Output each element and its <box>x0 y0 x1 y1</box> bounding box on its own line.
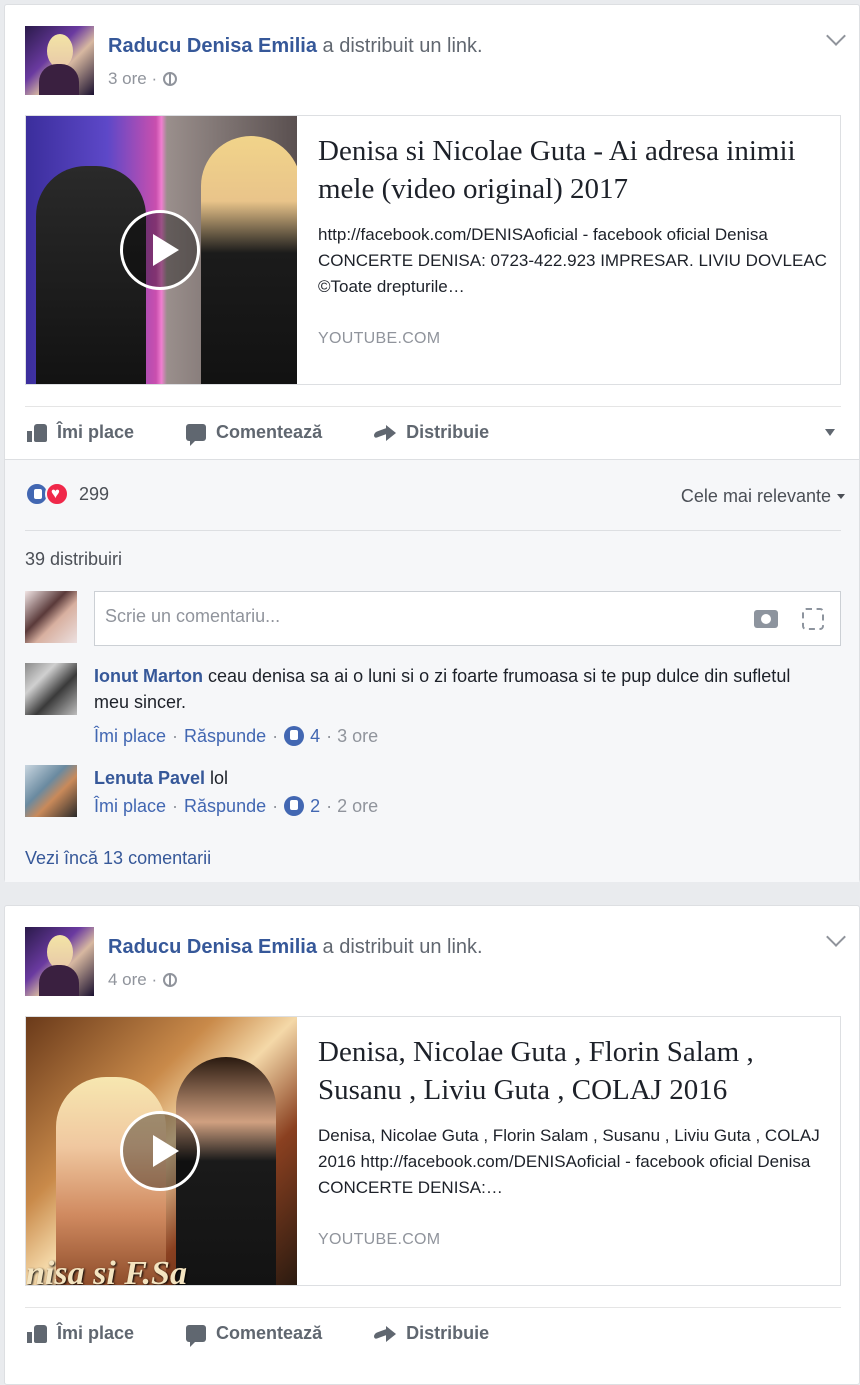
post-meta: 4 ore · <box>108 970 178 990</box>
globe-icon[interactable] <box>163 973 178 987</box>
like-reaction-icon <box>284 796 305 816</box>
current-user-avatar[interactable] <box>25 591 77 643</box>
like-button[interactable]: Îmi place <box>27 422 134 443</box>
chevron-down-icon[interactable] <box>826 26 846 46</box>
comment-item: Ionut Marton ceau denisa sa ai o luni si… <box>94 663 814 749</box>
sort-label: Cele mai relevante <box>680 486 831 506</box>
post-time[interactable]: 3 ore · <box>108 69 157 89</box>
thumbs-up-icon <box>27 1324 47 1343</box>
comment-button[interactable]: Comentează <box>186 1323 323 1347</box>
love-reaction-icon <box>45 482 69 506</box>
caret-down-icon <box>837 494 845 499</box>
comment-label: Comentează <box>216 1323 323 1343</box>
comment-placeholder: Scrie un comentariu... <box>105 606 281 626</box>
link-title[interactable]: Denisa si Nicolae Guta - Ai adresa inimi… <box>318 132 828 208</box>
like-label: Îmi place <box>57 1323 135 1343</box>
share-icon <box>374 424 397 441</box>
share-button[interactable]: Distribuie <box>374 1323 489 1344</box>
comment-label: Comentează <box>216 422 323 442</box>
commenter-name[interactable]: Lenuta Pavel <box>94 768 205 788</box>
comment-input[interactable]: Scrie un comentariu... <box>94 591 841 646</box>
author-avatar[interactable] <box>25 26 94 95</box>
author-avatar[interactable] <box>25 927 94 996</box>
post-card: Raducu Denisa Emilia a distribuit un lin… <box>4 4 860 882</box>
commenter-avatar[interactable] <box>25 663 77 715</box>
like-button[interactable]: Îmi place <box>27 1323 134 1344</box>
comment-like-link[interactable]: Îmi place <box>94 793 166 819</box>
chevron-down-icon[interactable] <box>826 927 846 947</box>
comment-text: lol <box>205 768 229 788</box>
comment-meta: Îmi place · Răspunde · 2 · 2 ore <box>94 793 814 819</box>
commenter-avatar[interactable] <box>25 765 77 817</box>
link-description: http://facebook.com/DENISAoficial - face… <box>318 225 827 296</box>
commenter-name[interactable]: Ionut Marton <box>94 666 203 686</box>
globe-icon[interactable] <box>163 72 178 86</box>
share-label: Distribuie <box>406 1323 490 1343</box>
author-name[interactable]: Raducu Denisa Emilia <box>108 35 317 57</box>
comment-button[interactable]: Comentează <box>186 422 323 446</box>
link-source: YOUTUBE.COM <box>318 330 441 347</box>
post-action-text: a distribuit un link. <box>316 35 483 57</box>
post-header: Raducu Denisa Emilia a distribuit un lin… <box>108 35 483 58</box>
post-actions: Îmi place Comentează Distribuie <box>25 406 841 458</box>
post-meta: 3 ore · <box>108 69 178 89</box>
comment-item: Lenuta Pavel lol Îmi place · Răspunde · 2 … <box>94 765 814 819</box>
like-label: Îmi place <box>57 422 135 442</box>
post-actions: Îmi place Comentează Distribuie <box>25 1307 841 1359</box>
view-more-comments-link[interactable]: Vezi încă 13 comentarii <box>25 848 211 869</box>
camera-icon[interactable] <box>754 610 778 628</box>
feedback-section: 299 Cele mai relevante 39 distribuiri Sc… <box>5 459 859 882</box>
comment-meta: Îmi place · Răspunde · 4 · 3 ore <box>94 723 814 749</box>
post-time[interactable]: 4 ore · <box>108 970 157 990</box>
share-label: Distribuie <box>406 422 490 442</box>
link-description: Denisa, Nicolae Guta , Florin Salam , Su… <box>318 1126 820 1197</box>
share-button[interactable]: Distribuie <box>374 422 489 443</box>
link-source: YOUTUBE.COM <box>318 1231 441 1248</box>
play-icon[interactable] <box>120 1111 200 1191</box>
thumbnail-caption: nisa si F.Sa <box>26 1255 187 1286</box>
comment-time[interactable]: · 3 ore <box>326 723 378 749</box>
video-thumbnail[interactable]: nisa si F.Sa <box>26 1017 297 1286</box>
post-header: Raducu Denisa Emilia a distribuit un lin… <box>108 936 483 959</box>
share-icon <box>374 1325 397 1342</box>
sort-dropdown[interactable]: Cele mai relevante <box>681 486 845 507</box>
comment-likes-count[interactable]: 2 <box>310 793 320 819</box>
comment-icon <box>186 424 207 446</box>
thumbs-up-icon <box>27 423 47 442</box>
reactions-summary[interactable]: 299 <box>25 482 109 506</box>
comment-reply-link[interactable]: Răspunde <box>184 793 266 819</box>
reactions-count: 299 <box>79 483 110 504</box>
author-name[interactable]: Raducu Denisa Emilia <box>108 936 317 958</box>
sticker-icon[interactable] <box>802 608 824 630</box>
video-thumbnail[interactable] <box>26 116 297 384</box>
link-preview[interactable]: Denisa si Nicolae Guta - Ai adresa inimi… <box>25 115 841 385</box>
shares-count[interactable]: 39 distribuiri <box>25 549 122 570</box>
comment-time[interactable]: · 2 ore <box>326 793 378 819</box>
comment-likes-count[interactable]: 4 <box>310 723 320 749</box>
comment-reply-link[interactable]: Răspunde <box>184 723 266 749</box>
divider <box>25 530 841 531</box>
link-preview[interactable]: nisa si F.Sa Denisa, Nicolae Guta , Flor… <box>25 1016 841 1286</box>
like-reaction-icon <box>284 726 305 746</box>
comment-like-link[interactable]: Îmi place <box>94 723 166 749</box>
link-title[interactable]: Denisa, Nicolae Guta , Florin Salam , Su… <box>318 1033 828 1109</box>
comment-icon <box>186 1325 207 1347</box>
play-icon[interactable] <box>120 210 200 290</box>
caret-down-icon[interactable] <box>825 429 835 436</box>
post-card: Raducu Denisa Emilia a distribuit un lin… <box>4 905 860 1385</box>
post-action-text: a distribuit un link. <box>316 936 483 958</box>
